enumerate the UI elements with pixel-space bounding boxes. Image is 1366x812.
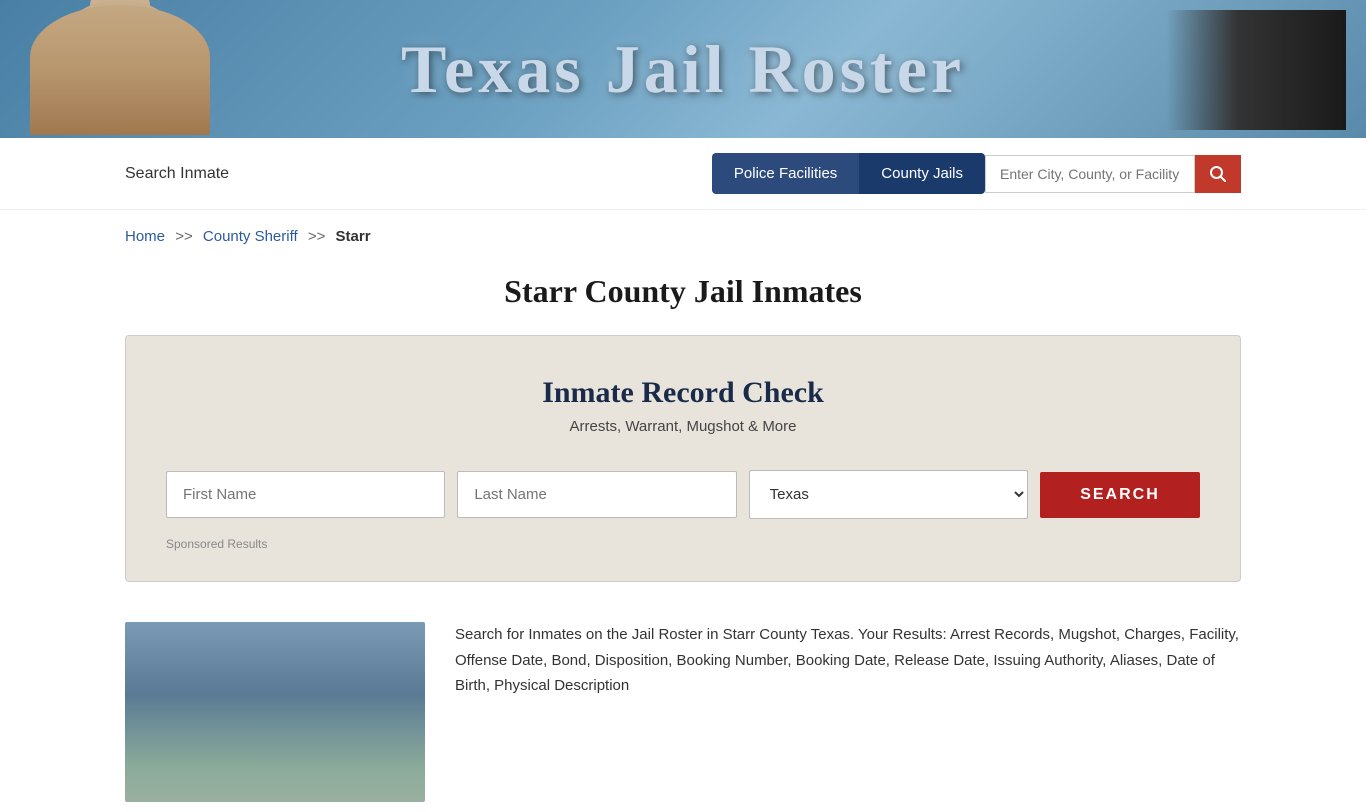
nav-search-button[interactable] bbox=[1195, 155, 1241, 193]
sponsored-label: Sponsored Results bbox=[166, 537, 1200, 551]
breadcrumb-current: Starr bbox=[336, 228, 371, 245]
police-facilities-button[interactable]: Police Facilities bbox=[712, 153, 859, 194]
last-name-input[interactable] bbox=[457, 471, 736, 518]
breadcrumb-sep1: >> bbox=[175, 228, 193, 245]
state-select[interactable]: AlabamaAlaskaArizonaArkansasCaliforniaCo… bbox=[749, 470, 1028, 519]
breadcrumb: Home >> County Sheriff >> Starr bbox=[0, 210, 1366, 263]
breadcrumb-county-sheriff[interactable]: County Sheriff bbox=[203, 228, 298, 245]
nav-search-label: Search Inmate bbox=[125, 165, 229, 183]
bottom-text: Search for Inmates on the Jail Roster in… bbox=[455, 622, 1241, 802]
search-card: Inmate Record Check Arrests, Warrant, Mu… bbox=[125, 335, 1241, 582]
breadcrumb-sep2: >> bbox=[308, 228, 326, 245]
bottom-section: Search for Inmates on the Jail Roster in… bbox=[0, 612, 1366, 812]
card-subtitle: Arrests, Warrant, Mugshot & More bbox=[166, 418, 1200, 435]
nav-buttons: Police Facilities County Jails bbox=[712, 153, 1241, 194]
site-title: Texas Jail Roster bbox=[401, 30, 965, 109]
keys-image bbox=[1166, 10, 1346, 130]
search-button[interactable]: SEARCH bbox=[1040, 472, 1200, 518]
nav-search-input[interactable] bbox=[985, 155, 1195, 193]
breadcrumb-home[interactable]: Home bbox=[125, 228, 165, 245]
capitol-building bbox=[30, 5, 210, 135]
header-banner: Texas Jail Roster bbox=[0, 0, 1366, 138]
county-jails-button[interactable]: County Jails bbox=[859, 153, 985, 194]
search-form-row: AlabamaAlaskaArizonaArkansasCaliforniaCo… bbox=[166, 470, 1200, 519]
nav-bar: Search Inmate Police Facilities County J… bbox=[0, 138, 1366, 210]
card-title: Inmate Record Check bbox=[166, 376, 1200, 410]
bottom-image bbox=[125, 622, 425, 802]
search-icon bbox=[1209, 165, 1227, 183]
page-title: Starr County Jail Inmates bbox=[0, 273, 1366, 310]
first-name-input[interactable] bbox=[166, 471, 445, 518]
